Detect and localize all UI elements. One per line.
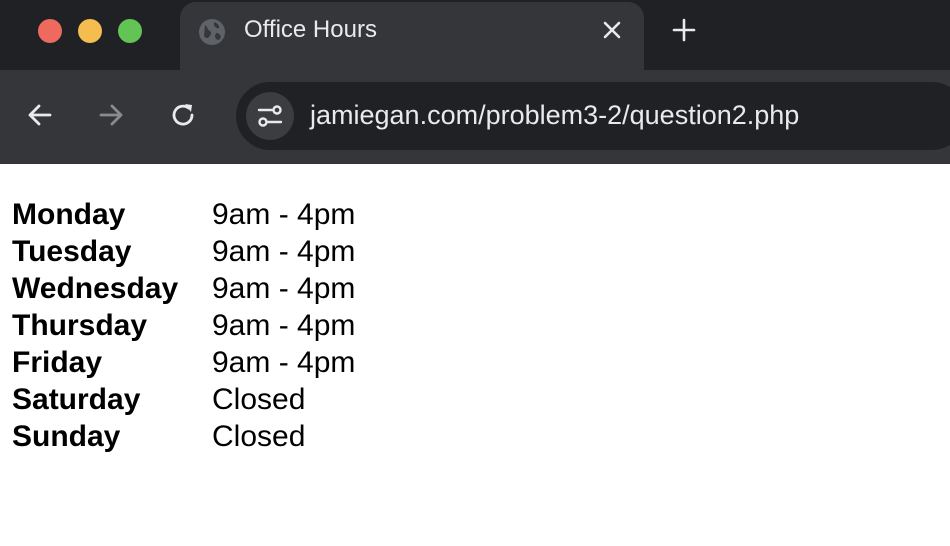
reload-icon[interactable] <box>168 100 198 130</box>
tab-office-hours[interactable]: Office Hours <box>180 2 644 70</box>
office-hours-table: Monday 9am - 4pm Tuesday 9am - 4pm Wedne… <box>12 196 355 455</box>
window-close-button[interactable] <box>38 19 62 43</box>
table-row: Thursday 9am - 4pm <box>12 307 355 344</box>
hours-value: 9am - 4pm <box>212 272 356 305</box>
table-row: Saturday Closed <box>12 381 355 418</box>
toolbar: jamiegan.com/problem3-2/question2.php <box>0 70 950 164</box>
forward-arrow-icon[interactable] <box>96 100 126 130</box>
hours-value: 9am - 4pm <box>212 235 356 268</box>
close-icon[interactable] <box>598 16 626 44</box>
window-minimize-button[interactable] <box>78 19 102 43</box>
day-label: Sunday <box>12 420 121 453</box>
table-row: Friday 9am - 4pm <box>12 344 355 381</box>
tab-strip: Office Hours <box>0 0 950 70</box>
site-info-button[interactable] <box>246 92 294 140</box>
table-row: Wednesday 9am - 4pm <box>12 270 355 307</box>
table-row: Monday 9am - 4pm <box>12 196 355 233</box>
day-label: Wednesday <box>12 272 179 305</box>
table-row: Sunday Closed <box>12 418 355 455</box>
address-bar[interactable]: jamiegan.com/problem3-2/question2.php <box>236 82 950 150</box>
tab-title: Office Hours <box>244 16 377 43</box>
page-content: Monday 9am - 4pm Tuesday 9am - 4pm Wedne… <box>12 196 355 455</box>
day-label: Thursday <box>12 309 148 342</box>
back-arrow-icon[interactable] <box>25 100 55 130</box>
hours-value: 9am - 4pm <box>212 346 356 379</box>
url-text[interactable]: jamiegan.com/problem3-2/question2.php <box>310 100 799 131</box>
hours-value: Closed <box>212 420 306 453</box>
day-label: Saturday <box>12 383 141 416</box>
hours-value: 9am - 4pm <box>212 198 356 231</box>
plus-icon[interactable] <box>670 16 698 44</box>
day-label: Tuesday <box>12 235 132 268</box>
table-row: Tuesday 9am - 4pm <box>12 233 355 270</box>
day-label: Monday <box>12 198 126 231</box>
hours-value: Closed <box>212 383 306 416</box>
window-zoom-button[interactable] <box>118 19 142 43</box>
hours-value: 9am - 4pm <box>212 309 356 342</box>
globe-icon <box>199 19 225 45</box>
tune-icon <box>257 105 283 127</box>
day-label: Friday <box>12 346 103 379</box>
